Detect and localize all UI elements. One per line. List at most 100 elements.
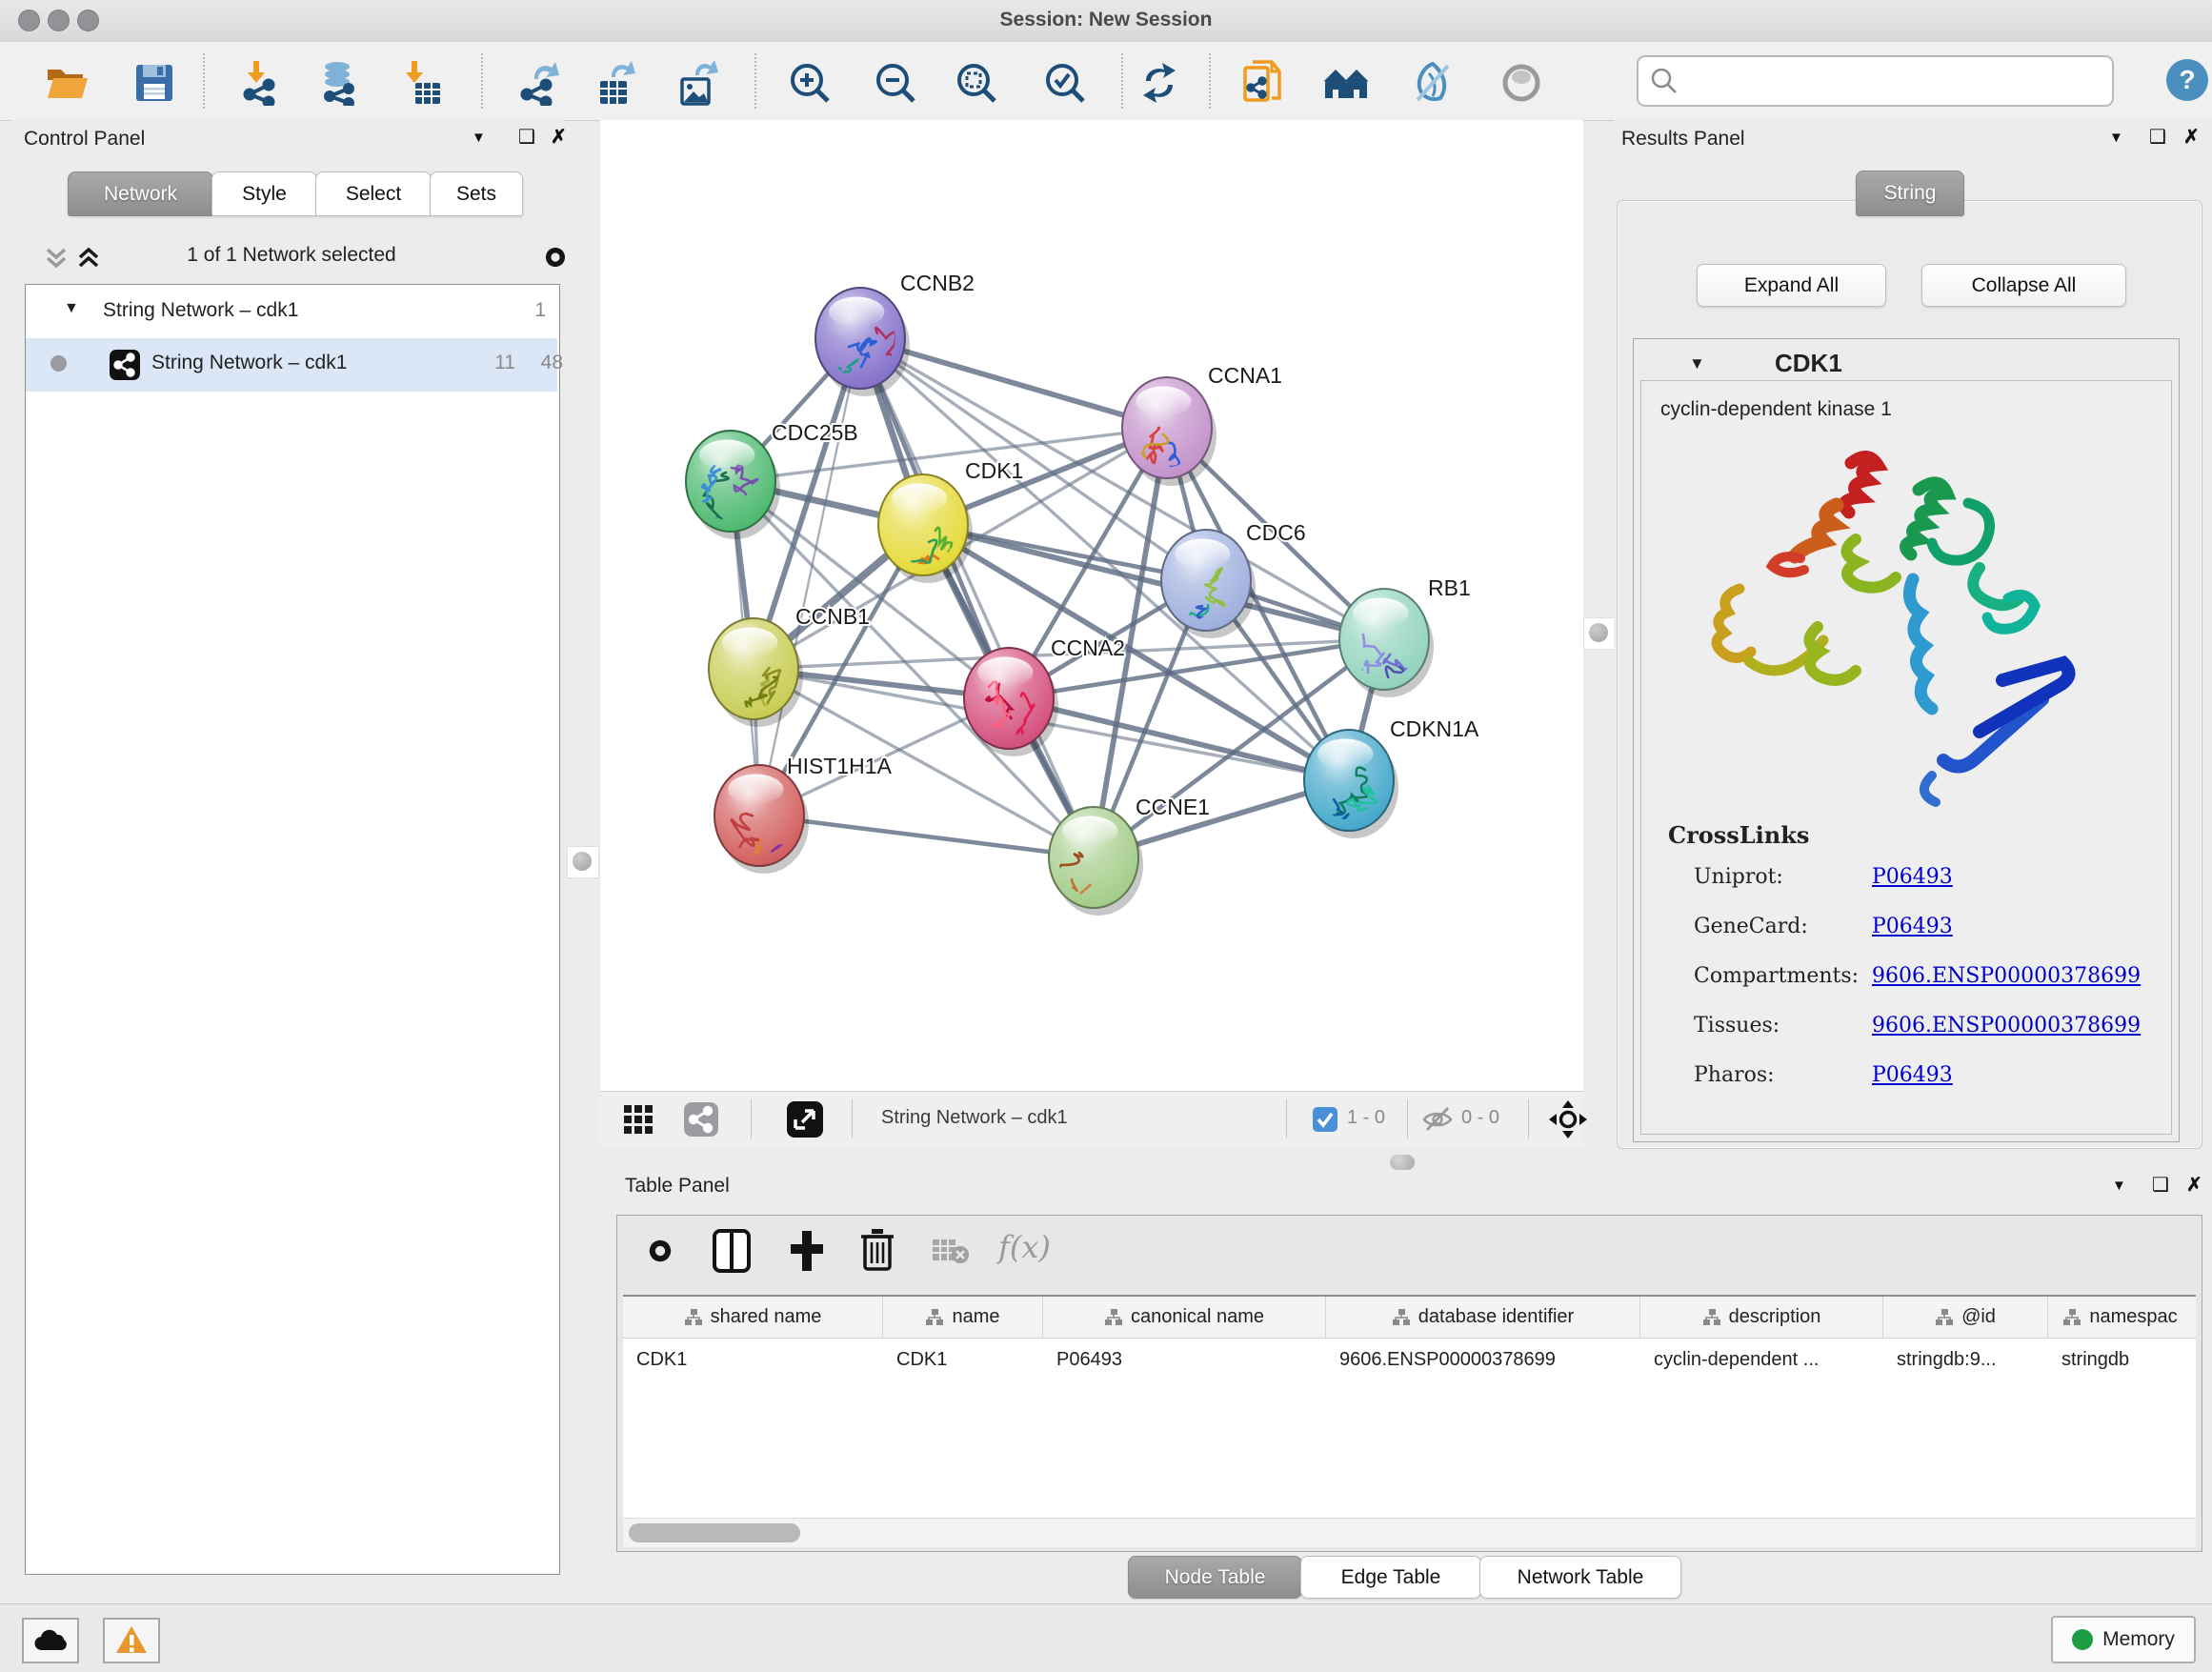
memory-label: Memory xyxy=(2102,1628,2175,1651)
zoom-out-icon[interactable] xyxy=(873,60,918,106)
zoom-selected-icon[interactable] xyxy=(1042,60,1088,106)
import-network-from-database-icon[interactable] xyxy=(314,60,360,106)
export-image-icon[interactable] xyxy=(676,60,722,106)
export-network-icon[interactable] xyxy=(517,60,563,106)
import-table-icon[interactable] xyxy=(396,60,442,106)
help-button[interactable]: ? xyxy=(2166,59,2208,101)
crosslink-pharos-link[interactable]: P06493 xyxy=(1872,1063,1953,1087)
toolbar-separator xyxy=(1121,53,1123,109)
toolbar-separator xyxy=(203,53,205,109)
protein-structure-image xyxy=(1694,446,2094,817)
table-panel-close-icon[interactable]: ✗ xyxy=(2186,1173,2202,1197)
gear-icon[interactable] xyxy=(539,241,572,273)
network-row-selected[interactable]: String Network – cdk1 11 48 xyxy=(26,338,557,392)
bottom-splitter-handle[interactable] xyxy=(1390,1155,1415,1170)
network-view-mode-icon[interactable] xyxy=(684,1102,718,1137)
tab-style[interactable]: Style xyxy=(211,171,317,216)
birds-eye-view-icon[interactable] xyxy=(787,1101,823,1138)
function-builder-icon: f(x) xyxy=(998,1229,1051,1265)
home-pages-icon[interactable] xyxy=(1323,60,1369,106)
hide-labels-icon[interactable] xyxy=(1410,60,1456,106)
results-panel-float-icon[interactable]: ❑ xyxy=(2149,125,2166,149)
network-list: ▼ String Network – cdk1 1 String Network… xyxy=(25,284,560,1575)
warning-status-button[interactable] xyxy=(103,1618,160,1663)
refresh-icon[interactable] xyxy=(1136,60,1182,106)
tab-network[interactable]: Network xyxy=(68,171,213,216)
cdk1-collapse-icon[interactable]: ▼ xyxy=(1689,354,1705,373)
column-header[interactable]: canonical name xyxy=(1043,1297,1326,1338)
column-header[interactable]: shared name xyxy=(623,1297,883,1338)
tab-network-table[interactable]: Network Table xyxy=(1479,1556,1681,1599)
table-panel-body: f(x) shared name name canonical name dat… xyxy=(616,1215,2202,1552)
scrollbar-thumb[interactable] xyxy=(629,1523,800,1542)
tab-edge-table[interactable]: Edge Table xyxy=(1300,1556,1481,1599)
node-label: CDC25B xyxy=(772,420,858,445)
right-splitter-handle[interactable] xyxy=(1583,617,1616,650)
control-panel-float-icon[interactable]: ❑ xyxy=(518,125,535,149)
tab-node-table[interactable]: Node Table xyxy=(1128,1556,1302,1599)
fit-content-crosshair-icon[interactable] xyxy=(1548,1099,1588,1139)
column-header[interactable]: description xyxy=(1640,1297,1883,1338)
search-input[interactable] xyxy=(1688,61,2101,99)
table-row[interactable]: CDK1 CDK1 P06493 9606.ENSP00000378699 cy… xyxy=(623,1339,2196,1380)
export-table-icon[interactable] xyxy=(594,60,640,106)
netbar-separator xyxy=(1407,1099,1408,1138)
column-header[interactable]: namespac xyxy=(2048,1297,2192,1338)
delete-column-icon[interactable] xyxy=(859,1227,895,1273)
collection-count: 1 xyxy=(502,299,546,322)
network-row-label: String Network – cdk1 xyxy=(151,352,347,374)
table-horizontal-scrollbar[interactable] xyxy=(623,1518,2196,1547)
column-header[interactable]: database identifier xyxy=(1326,1297,1640,1338)
tab-sets[interactable]: Sets xyxy=(430,171,523,216)
left-splitter-handle[interactable] xyxy=(567,846,599,878)
table-gear-icon[interactable] xyxy=(642,1233,678,1269)
search-icon xyxy=(1650,67,1679,95)
cloud-status-button[interactable] xyxy=(22,1618,79,1663)
control-panel-menu-icon[interactable]: ▼ xyxy=(472,130,486,146)
crosslink-compartments-link[interactable]: 9606.ENSP00000378699 xyxy=(1872,964,2141,988)
table-panel-float-icon[interactable]: ❑ xyxy=(2152,1173,2169,1197)
control-panel-close-icon[interactable]: ✗ xyxy=(551,125,567,149)
show-columns-icon[interactable] xyxy=(713,1229,751,1273)
save-session-icon[interactable] xyxy=(131,60,177,106)
expand-all-button[interactable]: Expand All xyxy=(1697,264,1886,307)
column-header[interactable]: name xyxy=(883,1297,1043,1338)
tab-select[interactable]: Select xyxy=(315,171,432,216)
tab-string[interactable]: String xyxy=(1856,171,1964,216)
network-list-header: 1 of 1 Network selected xyxy=(25,232,558,284)
column-type-icon xyxy=(925,1308,944,1327)
collection-expand-icon[interactable]: ▼ xyxy=(64,300,79,317)
table-panel-menu-icon[interactable]: ▼ xyxy=(2112,1178,2126,1194)
table-header-row: shared name name canonical name database… xyxy=(623,1297,2196,1339)
results-panel-close-icon[interactable]: ✗ xyxy=(2183,125,2200,149)
column-type-icon xyxy=(1104,1308,1123,1327)
show-graphics-icon[interactable] xyxy=(1498,60,1544,106)
column-type-icon xyxy=(684,1308,703,1327)
import-network-icon[interactable] xyxy=(236,60,282,106)
crosslink-uniprot-link[interactable]: P06493 xyxy=(1872,865,1953,889)
add-column-icon[interactable] xyxy=(787,1229,827,1273)
memory-status-dot xyxy=(2072,1629,2093,1650)
selected-checkbox-icon[interactable] xyxy=(1313,1107,1337,1132)
memory-button[interactable]: Memory xyxy=(2051,1616,2196,1663)
grid-view-icon[interactable] xyxy=(623,1104,654,1135)
zoom-fit-icon[interactable] xyxy=(954,60,999,106)
node-label: CDC6 xyxy=(1246,520,1306,545)
delete-table-icon xyxy=(932,1237,970,1265)
toolbar-separator xyxy=(1209,53,1211,109)
collapse-all-button[interactable]: Collapse All xyxy=(1921,264,2126,307)
column-header[interactable]: @id xyxy=(1883,1297,2048,1338)
zoom-in-icon[interactable] xyxy=(787,60,833,106)
share-annotation-icon[interactable] xyxy=(1241,60,1287,106)
current-network-dot-icon xyxy=(50,355,67,372)
column-type-icon xyxy=(1392,1308,1411,1327)
network-collection-row[interactable]: ▼ String Network – cdk1 1 xyxy=(26,289,557,338)
network-graph[interactable]: CCNB2CCNA1CDC25BCDK1CDC6RB1CCNB1CCNA2CDK… xyxy=(600,120,1583,1091)
crosslink-genecard-link[interactable]: P06493 xyxy=(1872,915,1953,938)
crosslink-label: Pharos: xyxy=(1694,1063,1775,1087)
crosslink-tissues-link[interactable]: 9606.ENSP00000378699 xyxy=(1872,1014,2141,1037)
open-session-icon[interactable] xyxy=(44,60,90,106)
hidden-eye-icon xyxy=(1421,1104,1454,1135)
results-panel-menu-icon[interactable]: ▼ xyxy=(2109,130,2123,146)
node-label: HIST1H1A xyxy=(787,754,893,778)
